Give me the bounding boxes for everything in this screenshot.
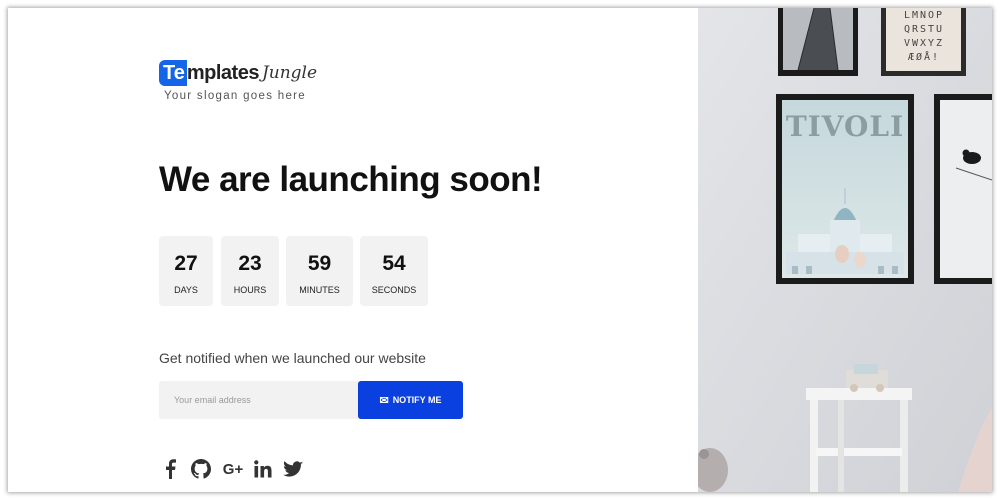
- countdown-days-value: 27: [174, 252, 198, 275]
- linkedin-icon[interactable]: [253, 458, 273, 480]
- logo-script: Jungle: [261, 63, 318, 83]
- facebook-icon[interactable]: [160, 458, 180, 480]
- github-icon[interactable]: [190, 458, 212, 480]
- google-plus-icon[interactable]: G+: [221, 458, 245, 480]
- email-input[interactable]: [159, 381, 359, 419]
- brand-logo[interactable]: Te mplates Jungle Your slogan goes here: [159, 60, 317, 102]
- poster-title: TIVOLI: [786, 110, 904, 143]
- countdown-hours-label: HOURS: [233, 285, 267, 295]
- alphabet-line-4: ÆØÅ!: [908, 50, 940, 63]
- alphabet-line-1: LMNOP: [904, 10, 944, 21]
- gallery-wall-illustration: LMNOP QRSTU VWXYZ ÆØÅ! TIVOLI: [698, 8, 992, 492]
- countdown-days: 27 DAYS: [159, 236, 213, 306]
- notify-prompt: Get notified when we launched our websit…: [159, 350, 426, 366]
- notify-me-button[interactable]: ✉ NOTIFY ME: [358, 381, 463, 419]
- hero-photo: LMNOP QRSTU VWXYZ ÆØÅ! TIVOLI: [698, 8, 992, 492]
- logo-name: mplates: [186, 62, 260, 84]
- countdown-seconds: 54 SECONDS: [360, 236, 428, 306]
- countdown-minutes-label: MINUTES: [299, 285, 340, 295]
- alphabet-line-3: VWXYZ: [904, 38, 944, 49]
- page-frame: Te mplates Jungle Your slogan goes here …: [8, 8, 992, 492]
- countdown-seconds-value: 54: [382, 252, 406, 275]
- envelope-icon: ✉: [379, 394, 389, 407]
- countdown-hours-value: 23: [238, 252, 262, 275]
- page-title: We are launching soon!: [159, 160, 543, 199]
- logo-wordmark: Te mplates Jungle: [159, 60, 317, 86]
- countdown-minutes-value: 59: [307, 252, 332, 275]
- twitter-icon[interactable]: [282, 458, 304, 480]
- notify-me-label: NOTIFY ME: [392, 395, 442, 405]
- alphabet-line-2: QRSTU: [904, 24, 944, 35]
- countdown-minutes: 59 MINUTES: [286, 236, 353, 306]
- countdown-seconds-label: SECONDS: [371, 285, 417, 295]
- logo-badge: Te: [159, 60, 187, 86]
- social-links: G+: [160, 458, 304, 480]
- countdown-hours: 23 HOURS: [221, 236, 279, 306]
- content-panel: Te mplates Jungle Your slogan goes here …: [8, 8, 698, 492]
- countdown-days-label: DAYS: [174, 285, 198, 295]
- brand-slogan: Your slogan goes here: [164, 90, 306, 102]
